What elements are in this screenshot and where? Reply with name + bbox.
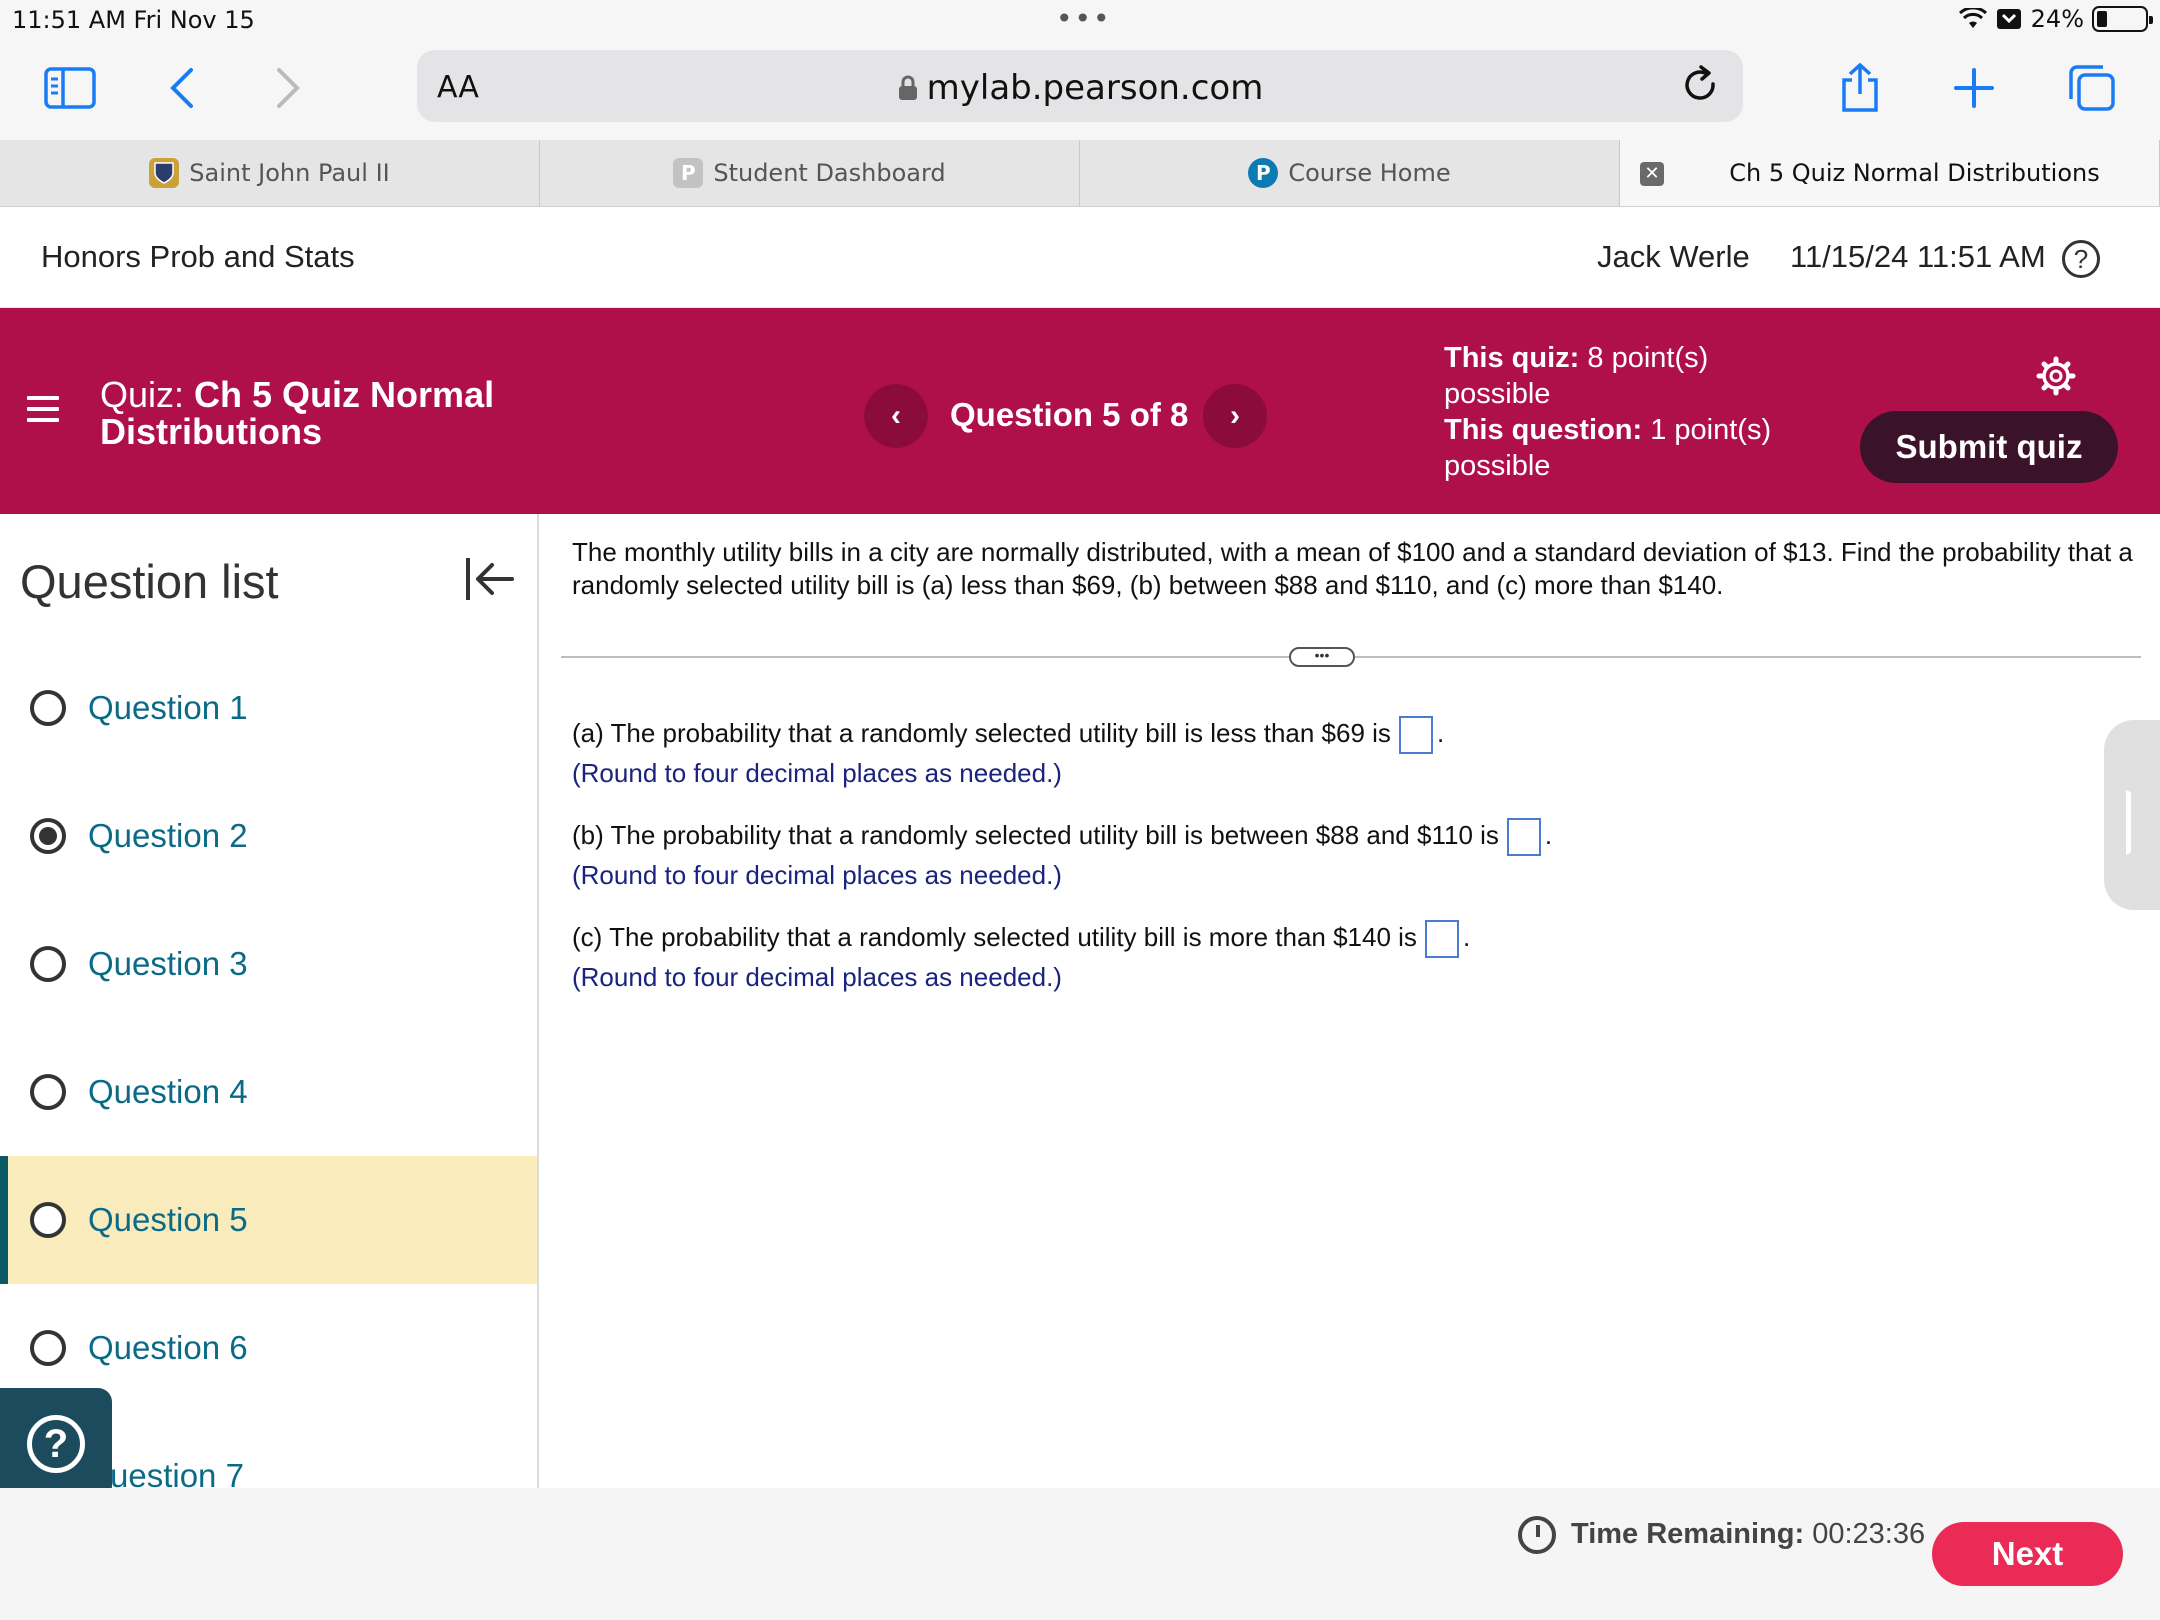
question-list-sidebar: Question list Question 1 Question 2 Ques…	[0, 514, 539, 1488]
radio-empty-icon	[30, 690, 66, 726]
help-circle-icon: ?	[27, 1415, 85, 1473]
status-bar: 11:51 AM Fri Nov 15 ••• 24%	[0, 0, 2160, 40]
part-c-hint: (Round to four decimal places as needed.…	[572, 962, 1062, 992]
period: .	[1462, 921, 1471, 952]
question-counter[interactable]: Question 5 of 8	[950, 396, 1188, 434]
url-text: mylab.pearson.com	[926, 68, 1264, 108]
part-a-hint: (Round to four decimal places as needed.…	[572, 758, 1062, 788]
next-question-button[interactable]: ›	[1203, 384, 1267, 448]
shield-icon	[149, 158, 180, 188]
question-item-label: Question 6	[88, 1329, 248, 1366]
sidebar-toggle-icon[interactable]	[40, 58, 100, 118]
question-panel: The monthly utility bills in a city are …	[541, 514, 2160, 1488]
forward-icon[interactable]	[258, 58, 318, 118]
part-c: (c) The probability that a randomly sele…	[572, 920, 1470, 958]
radio-empty-icon	[30, 1202, 66, 1238]
new-tab-icon[interactable]	[1944, 58, 2004, 118]
tab-quiz[interactable]: ✕ Ch 5 Quiz Normal Distributions	[1620, 140, 2160, 206]
tab-label: Course Home	[1288, 159, 1451, 187]
url-display[interactable]: mylab.pearson.com	[417, 68, 1743, 108]
question-stem: The monthly utility bills in a city are …	[572, 537, 2133, 600]
multitask-dots[interactable]: •••	[1056, 2, 1112, 35]
question-list-title: Question list	[20, 555, 279, 608]
part-a-answer-input[interactable]	[1398, 716, 1433, 754]
radio-empty-icon	[30, 1074, 66, 1110]
status-right: 24%	[1958, 5, 2153, 33]
next-button[interactable]: Next	[1932, 1522, 2123, 1586]
radio-filled-icon	[30, 818, 66, 854]
tab-overview-icon[interactable]	[2062, 58, 2122, 118]
quiz-banner: Quiz: Ch 5 Quiz Normal Distributions ‹ Q…	[0, 308, 2160, 514]
help-icon[interactable]: ?	[2062, 240, 2100, 278]
question-item-label: Question 1	[88, 689, 248, 726]
course-title[interactable]: Honors Prob and Stats	[41, 239, 355, 275]
tab-saint-john-paul[interactable]: Saint John Paul II	[0, 140, 540, 206]
period: .	[1436, 717, 1445, 748]
question-item-label: Question 3	[88, 945, 248, 982]
part-c-answer-input[interactable]	[1424, 920, 1459, 958]
question-item-label: Question 4	[88, 1073, 248, 1110]
hamburger-menu-icon[interactable]	[27, 396, 59, 429]
previous-question-button[interactable]: ‹	[864, 384, 928, 448]
share-icon[interactable]	[1830, 58, 1890, 118]
battery-icon	[2092, 6, 2153, 32]
clock-icon	[1518, 1516, 1556, 1554]
radio-empty-icon	[30, 946, 66, 982]
close-tab-icon[interactable]: ✕	[1640, 162, 1664, 186]
status-time: 11:51 AM Fri Nov 15	[12, 6, 255, 34]
question-list-item-4[interactable]: Question 4	[0, 1028, 537, 1156]
help-button[interactable]: ?	[0, 1388, 112, 1500]
quiz-title: Quiz: Ch 5 Quiz Normal Distributions	[100, 376, 560, 450]
part-b-answer-input[interactable]	[1506, 818, 1541, 856]
question-list-item-1[interactable]: Question 1	[0, 644, 537, 772]
question-item-label: Question 5	[88, 1201, 248, 1238]
submit-quiz-button[interactable]: Submit quiz	[1860, 411, 2118, 483]
browser-toolbar: AA mylab.pearson.com	[0, 40, 2160, 140]
address-bar[interactable]: AA mylab.pearson.com	[417, 50, 1743, 122]
question-list-item-5[interactable]: Question 5	[0, 1156, 537, 1284]
browser-tabs: Saint John Paul II P Student Dashboard P…	[0, 140, 2160, 207]
part-b-hint: (Round to four decimal places as needed.…	[572, 860, 1062, 890]
tab-label: Ch 5 Quiz Normal Distributions	[1729, 159, 2100, 187]
wifi-icon	[1958, 8, 1987, 28]
quiz-prefix: Quiz:	[100, 374, 185, 415]
question-list-item-2[interactable]: Question 2	[0, 772, 537, 900]
part-b-text: (b) The probability that a randomly sele…	[572, 819, 1499, 850]
period: .	[1544, 819, 1553, 850]
p-icon: P	[673, 158, 704, 188]
tab-course-home[interactable]: P Course Home	[1080, 140, 1620, 206]
reload-icon[interactable]	[1679, 64, 1723, 108]
collapse-sidebar-icon[interactable]	[462, 554, 518, 604]
part-a: (a) The probability that a randomly sele…	[572, 716, 1444, 754]
expand-handle[interactable]: •••	[1289, 647, 1355, 667]
part-a-text: (a) The probability that a randomly sele…	[572, 717, 1391, 748]
side-panel-tab[interactable]	[2104, 720, 2160, 910]
time-remaining-label: Time Remaining:	[1571, 1518, 1805, 1550]
time-remaining-value: 00:23:36	[1812, 1518, 1926, 1550]
back-icon[interactable]	[152, 58, 212, 118]
tab-label: Saint John Paul II	[189, 159, 390, 187]
question-list-item-3[interactable]: Question 3	[0, 900, 537, 1028]
user-name: Jack Werle	[1597, 239, 1750, 274]
gear-icon[interactable]	[2036, 356, 2076, 396]
tab-label: Student Dashboard	[713, 159, 946, 187]
time-remaining: Time Remaining: 00:23:36	[1571, 1518, 1925, 1551]
part-b: (b) The probability that a randomly sele…	[572, 818, 1552, 856]
pearson-icon: P	[1248, 158, 1279, 188]
question-item-label: Question 2	[88, 817, 248, 854]
vpn-icon	[1996, 9, 2021, 29]
tab-student-dashboard[interactable]: P Student Dashboard	[540, 140, 1080, 206]
quiz-points-label: This quiz:	[1444, 342, 1580, 374]
part-c-text: (c) The probability that a randomly sele…	[572, 921, 1417, 952]
lock-icon	[898, 75, 917, 100]
question-item-label: uestion 7	[110, 1457, 244, 1488]
question-points-label: This question:	[1444, 414, 1643, 446]
current-datetime: 11/15/24 11:51 AM	[1790, 239, 2046, 274]
quiz-footer: Time Remaining: 00:23:36 Next	[0, 1488, 2160, 1620]
battery-percent: 24%	[2030, 5, 2084, 33]
radio-empty-icon	[30, 1330, 66, 1366]
page-header: Honors Prob and Stats Jack Werle 11/15/2…	[0, 207, 2160, 308]
points-info: This quiz: 8 point(s) possible This ques…	[1444, 340, 1804, 484]
